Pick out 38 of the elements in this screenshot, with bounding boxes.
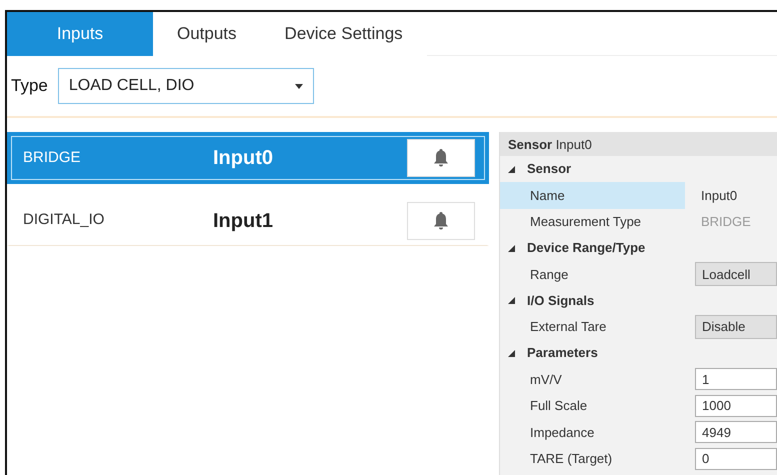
input-name: Input0 [213,146,274,171]
property-label[interactable]: Measurement Type [500,208,685,235]
input-name: Input1 [213,208,274,234]
property-label[interactable]: TARE (Target) [500,446,685,472]
collapse-triangle-icon[interactable] [508,350,515,356]
collapse-triangle-icon[interactable] [508,166,515,172]
property-field[interactable]: 1 [695,368,777,390]
category-header[interactable]: I/O Signals [500,288,777,314]
type-dropdown[interactable]: LOAD CELL, DIO [58,68,314,104]
property-label[interactable]: External Tare [500,314,685,340]
alarm-button[interactable] [407,202,475,240]
type-label: Type [11,75,48,98]
property-label[interactable]: Range [500,261,685,288]
property-label[interactable]: Name [500,182,685,208]
panel-title: Sensor Input0 [500,132,777,156]
bell-icon [433,212,449,230]
collapse-triangle-icon[interactable] [508,297,515,304]
category-header[interactable]: Sensor [500,156,777,182]
input-type: BRIDGE [23,148,82,168]
category-header[interactable]: Parameters [500,340,777,366]
tab[interactable]: Inputs [7,12,153,56]
property-label[interactable]: Impedance [500,419,685,446]
property-field[interactable]: 0 [695,448,777,470]
input-row[interactable]: BRIDGE Input0 [7,132,489,184]
category-header[interactable]: Device Range/Type [500,235,777,261]
property-label[interactable]: Full Scale [500,392,685,419]
property-field[interactable]: 4949 [695,421,777,444]
collapse-triangle-icon[interactable] [508,244,515,252]
property-dropdown[interactable]: Disable [695,314,777,339]
caret-icon [294,84,303,88]
alarm-button[interactable] [407,139,475,177]
property-value: Input0 [700,186,738,205]
property-label[interactable]: mV/V [500,366,685,392]
property-dropdown[interactable]: Loadcell [695,262,777,286]
property-value: BRIDGE [700,213,752,231]
input-type: DIGITAL_IO [23,210,106,230]
property-field[interactable]: 1000 [695,394,777,417]
bell-icon [433,149,449,167]
